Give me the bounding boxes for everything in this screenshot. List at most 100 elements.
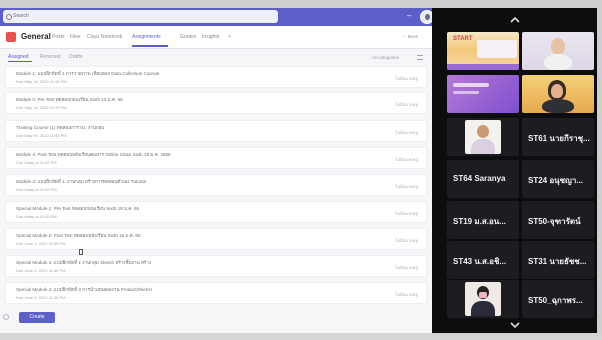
- tab-files[interactable]: Files: [70, 34, 81, 41]
- assignment-due: Due today at 11:59 PM: [16, 187, 57, 192]
- gear-icon[interactable]: [3, 314, 9, 320]
- face-mask: [479, 292, 487, 298]
- video-tile[interactable]: [447, 280, 519, 318]
- assignment-category: ไม่มีหมวดหมู่: [395, 211, 418, 216]
- tab-assignments[interactable]: Assignments: [132, 34, 161, 41]
- assignment-title: Module 1: แบบฝึกหัดที่ 1 การวาดภาพ เทียบ…: [16, 71, 160, 76]
- assignment-category: ไม่มีหมวดหมู่: [395, 157, 418, 162]
- more-button[interactable]: ⋯ More: [402, 34, 418, 40]
- assignment-category: ไม่มีหมวดหมู่: [395, 238, 418, 243]
- participant-body: [542, 99, 574, 113]
- slide-stripe: [447, 64, 519, 70]
- video-tile[interactable]: [522, 32, 594, 70]
- video-tile[interactable]: ST61 นายกีราชุ...: [522, 118, 594, 156]
- screen-bezel-right: [597, 0, 602, 340]
- video-tile[interactable]: ST64 Saranya: [447, 160, 519, 198]
- title-bar: Search –: [0, 8, 432, 26]
- video-tile[interactable]: ST43 น.ส.อชิ...: [447, 241, 519, 279]
- video-tile[interactable]: ST31 นายธัชช...: [522, 241, 594, 279]
- assignment-due: Due today at 11:59 PM: [16, 160, 57, 165]
- participant-face: [551, 38, 565, 54]
- participant-body: [471, 139, 495, 154]
- assignment-title: Special Module 2: แบบฝึกหัดที่ 1 งานกลุ่…: [16, 260, 152, 265]
- assignment-card[interactable]: Special Module 1: Pre Test ทดสอบก่อนเรีย…: [5, 201, 427, 223]
- participant-name: ST50_ฉุกาพร...: [528, 296, 583, 305]
- channel-title: General: [21, 32, 51, 41]
- participant-name: ST24 อนุชญา...: [528, 176, 584, 185]
- participant-photo: [465, 282, 501, 316]
- main-content: General Posts Files Class Notebook Assig…: [0, 26, 432, 333]
- assignment-card[interactable]: Training Course (1) ทดสอบการ 01: งานกลุ่…: [5, 120, 427, 142]
- participant-name: ST19 ม.ส.อน...: [453, 217, 506, 226]
- assignment-card[interactable]: Special Module 2: แบบฝึกหัดที่ 1 งานกลุ่…: [5, 255, 427, 277]
- search-icon: [6, 14, 12, 20]
- participant-name: ST43 น.ส.อชิ...: [453, 257, 507, 266]
- slide-text-line: [453, 83, 489, 87]
- video-tile[interactable]: ST19 ม.ส.อน...: [447, 201, 519, 239]
- create-button[interactable]: Create: [19, 312, 55, 323]
- assignment-title: Module 4: แบบฝึกหัดที่ 1: งานกลุ่ม สร้าง…: [16, 179, 146, 184]
- assignment-category: ไม่มีหมวดหมู่: [395, 184, 418, 189]
- participant-name: ST50-จุฑารัตน์: [528, 217, 581, 226]
- participant-body: [544, 54, 572, 70]
- assignment-title: Special Module 1: Pre Test ทดสอบก่อนเรีย…: [16, 206, 140, 211]
- search-input[interactable]: Search: [3, 10, 278, 23]
- assignment-due: Due June 3, 2022 11:59 PM: [16, 268, 66, 273]
- tab-grades[interactable]: Grades: [180, 34, 196, 41]
- screen-bezel-top: [0, 0, 602, 8]
- video-tile[interactable]: [447, 75, 519, 113]
- subtab-drafts[interactable]: Drafts: [69, 54, 82, 60]
- assignment-card[interactable]: Module 1: แบบฝึกหัดที่ 1 การวาดภาพ เทียบ…: [5, 66, 427, 88]
- user-avatar[interactable]: [420, 10, 432, 24]
- assignment-title: Special Module 2: แบบฝึกหัดที่ 2 การนำเส…: [16, 287, 152, 292]
- assignment-title: Special Module 2: Post Test ทดสอบหลังเรี…: [16, 233, 141, 238]
- participant-face: [477, 125, 489, 138]
- video-tile[interactable]: ST50-จุฑารัตน์: [522, 201, 594, 239]
- assignment-due: Due May 09, 2022 11:59 PM: [16, 133, 67, 138]
- assignment-category: ไม่มีหมวดหมู่: [395, 76, 418, 81]
- subtab-returned[interactable]: Returned: [40, 54, 61, 60]
- shared-screen-tile[interactable]: START: [447, 32, 519, 70]
- participant-name: ST61 นายกีราชุ...: [528, 134, 590, 143]
- screen-bezel-bottom: [0, 333, 602, 340]
- chevron-up-icon[interactable]: [510, 15, 520, 25]
- assignment-card[interactable]: Module 0: Pre Test ทดสอบก่อนเรียน Sixth …: [5, 92, 427, 114]
- assignment-due: Due today at 11:59 PM: [16, 214, 57, 219]
- tab-insights[interactable]: Insights: [202, 34, 219, 41]
- participant-photo: [465, 120, 501, 154]
- assignment-title: Module 4: Post Test ทดสอบหลังเรียนคมสาร …: [16, 152, 171, 157]
- minimize-button[interactable]: –: [407, 12, 411, 20]
- category-filter-dropdown[interactable]: All categories: [372, 55, 399, 60]
- slide-text-line: [453, 91, 479, 94]
- participants-panel: START ST61 นายกีราชุ... ST64 Saranya ST2…: [432, 8, 597, 333]
- assignment-card[interactable]: Special Module 2: Post Test ทดสอบหลังเรี…: [5, 228, 427, 250]
- active-subtab-indicator: [8, 61, 32, 62]
- tab-posts[interactable]: Posts: [52, 34, 65, 41]
- video-tile[interactable]: ST24 อนุชญา...: [522, 160, 594, 198]
- assignment-due: Due June 3, 2022 11:59 PM: [16, 241, 66, 246]
- assignment-due: Due May 18, 2022 11:59 PM: [16, 105, 67, 110]
- assignment-card[interactable]: Special Module 2: แบบฝึกหัดที่ 2 การนำเส…: [5, 282, 427, 304]
- slide-title: START: [453, 36, 473, 42]
- assignment-due: Due May 18, 2022 11:59 PM: [16, 79, 67, 84]
- chevron-down-icon[interactable]: [510, 320, 520, 330]
- subtab-assigned[interactable]: Assigned: [8, 54, 29, 60]
- filter-icon[interactable]: [417, 55, 423, 60]
- tab-class-notebook[interactable]: Class Notebook: [87, 34, 122, 41]
- video-tile[interactable]: [447, 118, 519, 156]
- participant-body: [471, 301, 495, 316]
- team-logo: [6, 32, 16, 42]
- participant-name: ST31 นายธัชช...: [528, 257, 587, 266]
- assignment-card[interactable]: Module 4: Post Test ทดสอบหลังเรียนคมสาร …: [5, 147, 427, 169]
- assignment-category: ไม่มีหมวดหมู่: [395, 265, 418, 270]
- channel-header: General Posts Files Class Notebook Assig…: [0, 26, 432, 49]
- teams-window: Search – General Posts Files Class Noteb…: [0, 8, 432, 333]
- assignment-card[interactable]: Module 4: แบบฝึกหัดที่ 1: งานกลุ่ม สร้าง…: [5, 174, 427, 196]
- video-tile[interactable]: [522, 75, 594, 113]
- slide-graphic: [477, 40, 517, 58]
- participant-face: [551, 84, 563, 98]
- search-placeholder: Search: [13, 13, 29, 19]
- video-tile[interactable]: ST50_ฉุกาพร...: [522, 280, 594, 318]
- participant-name: ST64 Saranya: [453, 174, 506, 183]
- add-tab-button[interactable]: +: [228, 34, 231, 41]
